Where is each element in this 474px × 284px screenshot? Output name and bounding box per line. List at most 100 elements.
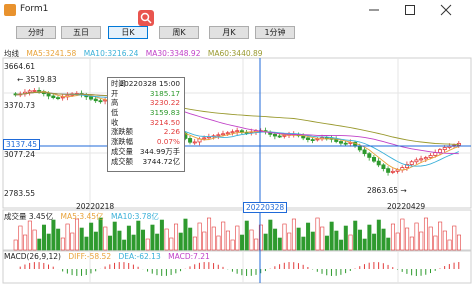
maximize-button[interactable]	[396, 0, 424, 20]
volume-bar	[60, 237, 65, 251]
candle-body	[386, 168, 391, 173]
volume-bar	[126, 225, 131, 251]
kline-chart[interactable]	[0, 45, 474, 284]
volume-bar	[414, 222, 419, 251]
volume-bar	[79, 227, 84, 251]
volume-bar	[353, 220, 358, 251]
volume-bar	[98, 217, 103, 251]
volume-bar	[372, 233, 377, 251]
tab-1min[interactable]: 1分钟	[255, 26, 295, 39]
volume-bar	[183, 218, 188, 251]
volume-legend: 成交量 3.45亿 MA5:3.45亿 MA10:3.78亿	[4, 211, 164, 222]
kline-legend-prefix: 均线	[4, 49, 19, 58]
app-icon	[4, 4, 16, 16]
volume-bar	[367, 224, 372, 251]
candle-body	[381, 164, 386, 170]
volume-bar	[46, 233, 51, 251]
volume-bar	[225, 230, 230, 251]
ohlc-tooltip: 时间 20220328 15:00 开 3185.17 高 3230.22 低 3159…	[107, 77, 185, 172]
volume-bar	[211, 226, 216, 251]
volume-bar	[41, 224, 46, 251]
crosshair-value-label: 3137.45	[3, 139, 41, 150]
search-icon[interactable]	[138, 10, 154, 26]
candle-body	[367, 153, 372, 158]
volume-bar	[254, 238, 259, 251]
volume-bar	[32, 229, 37, 251]
candle-body	[277, 135, 282, 138]
candle-body	[419, 158, 424, 161]
title-bar: Form1	[0, 0, 474, 20]
candle-body	[89, 96, 94, 100]
volume-bar	[192, 236, 197, 251]
volume-bar	[122, 239, 127, 251]
candle-body	[202, 137, 207, 140]
tab-yuek[interactable]: 月K	[209, 26, 249, 39]
tab-wuri[interactable]: 五日	[61, 26, 101, 39]
volume-bar	[296, 227, 301, 251]
candle-body	[56, 97, 61, 100]
candle-body	[225, 132, 230, 135]
volume-bar	[13, 239, 18, 251]
candle-body	[423, 157, 428, 160]
volume-bar	[277, 237, 282, 251]
volume-bar	[117, 230, 122, 251]
volume-label: 成交量 3.45亿	[4, 212, 54, 221]
tooltip-key: 成交额	[111, 156, 133, 166]
volume-bar	[235, 225, 240, 251]
volume-bar	[315, 217, 320, 251]
y-tick-bottom: 2783.55	[4, 189, 36, 198]
volume-bar	[263, 233, 268, 251]
ma10-label: MA10:3216.24	[83, 49, 139, 58]
close-button[interactable]	[432, 0, 460, 20]
y-tick-3: 3077.24	[4, 150, 36, 159]
volume-bar	[329, 221, 334, 251]
volume-bar	[216, 235, 221, 251]
volume-bar	[310, 231, 315, 251]
volume-bar	[244, 220, 249, 251]
tooltip-row: 时间 20220328 15:00	[110, 79, 182, 89]
y-tick-2: 3370.73	[4, 101, 36, 110]
volume-bar	[23, 234, 28, 251]
tooltip-row: 收 3214.50	[110, 118, 182, 128]
candle-body	[216, 134, 221, 137]
volume-bar	[447, 239, 452, 251]
volume-bar	[433, 235, 438, 251]
candle-body	[32, 90, 37, 92]
tab-fenshi[interactable]: 分时	[16, 26, 56, 39]
volume-bar	[108, 235, 113, 251]
candle-body	[438, 149, 443, 153]
tab-zhouk[interactable]: 周K	[159, 26, 199, 39]
volume-bar	[320, 226, 325, 251]
volume-bar	[145, 238, 150, 251]
volume-bar	[273, 228, 278, 251]
candle-body	[414, 159, 419, 163]
volume-bar	[268, 219, 273, 251]
volume-bar	[197, 222, 202, 251]
candle-body	[376, 160, 381, 166]
volume-bar	[452, 225, 457, 251]
candle-body	[221, 133, 226, 136]
y-tick-top: 3664.61	[4, 62, 36, 71]
volume-ma10-label: MA10:3.78亿	[110, 212, 159, 221]
tooltip-key: 收	[111, 117, 119, 127]
tooltip-value: 344.99万手	[139, 146, 180, 156]
candle-body	[51, 95, 56, 99]
candle-body	[371, 156, 376, 162]
ma5-label: MA5:3241.58	[26, 49, 77, 58]
volume-bar	[456, 234, 461, 251]
tooltip-row: 涨跌额 2.26	[110, 127, 182, 137]
tab-rik[interactable]: 日K	[108, 26, 148, 39]
candle-body	[315, 138, 320, 141]
minimize-button[interactable]	[360, 0, 388, 20]
volume-bar	[357, 229, 362, 251]
volume-bar	[178, 232, 183, 251]
volume-bar	[56, 228, 61, 251]
candle-body	[442, 147, 447, 151]
tooltip-key: 低	[111, 108, 119, 118]
tooltip-value: 3744.72亿	[142, 156, 180, 166]
volume-bar	[419, 231, 424, 251]
volume-bar	[240, 234, 245, 251]
volume-bar	[438, 221, 443, 251]
volume-bar	[103, 226, 108, 251]
volume-bar	[70, 232, 75, 251]
